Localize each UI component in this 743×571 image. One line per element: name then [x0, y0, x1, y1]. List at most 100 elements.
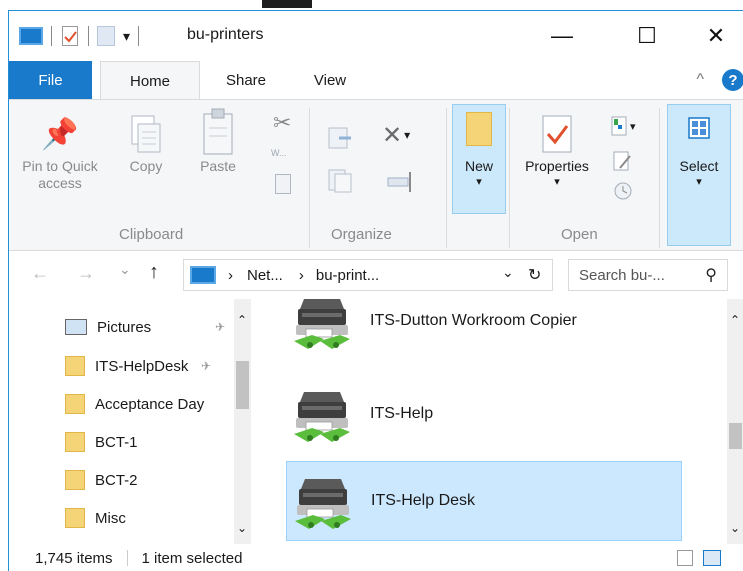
nav-pane-scrollbar[interactable]: ⌃ ⌄ — [234, 299, 251, 544]
file-list[interactable]: ITS-Dutton Workroom Copier ITS-Help ITS-… — [259, 299, 743, 544]
scroll-up-icon[interactable]: ⌃ — [730, 313, 740, 327]
details-view-icon[interactable] — [677, 550, 693, 566]
breadcrumb-network[interactable]: Net... — [247, 267, 283, 284]
tab-home[interactable]: Home — [100, 61, 200, 100]
computer-icon[interactable] — [19, 27, 43, 45]
toolbar-separator — [88, 26, 89, 46]
file-explorer-window: ▾ bu-printers — ☐ ✕ File Home Share View… — [8, 10, 743, 571]
network-computer-icon — [190, 266, 216, 284]
list-item[interactable]: ITS-Dutton Workroom Copier — [286, 299, 682, 361]
maximize-button[interactable]: ☐ — [619, 11, 675, 61]
address-bar[interactable]: › Net... › bu-print... ⌄ ↻ — [183, 259, 553, 291]
nav-item-bct-1[interactable]: BCT-1 — [65, 426, 235, 458]
close-button[interactable]: ✕ — [688, 11, 743, 61]
status-bar: 1,745 items 1 item selected — [9, 544, 743, 571]
file-list-scroll-thumb[interactable] — [729, 423, 742, 449]
list-item[interactable]: ITS-Help Desk — [286, 461, 682, 541]
copy-button[interactable]: Copy — [120, 112, 172, 175]
minimize-button[interactable]: — — [534, 11, 590, 61]
toolbar-separator — [138, 26, 140, 46]
folder-icon — [65, 394, 85, 414]
search-box[interactable]: Search bu-... ⚲ — [568, 259, 728, 291]
move-to-icon — [328, 127, 351, 149]
ribbon-separator — [309, 108, 310, 248]
pictures-icon — [65, 319, 87, 335]
paste-shortcut-button[interactable] — [275, 174, 291, 194]
ribbon-separator — [659, 108, 660, 248]
properties-quick-icon[interactable] — [62, 26, 78, 46]
network-printer-icon — [294, 478, 352, 530]
scroll-down-icon[interactable]: ⌄ — [237, 521, 247, 535]
ribbon-help-area: ^ ? — [696, 69, 743, 91]
ribbon-home: 📌 Pin to Quick access Copy Paste ✂ W... … — [9, 99, 743, 251]
up-button[interactable]: ↑ — [149, 261, 159, 284]
search-input[interactable]: Search bu-... — [579, 267, 665, 284]
open-icon — [611, 116, 627, 136]
nav-item-pictures[interactable]: Pictures ✈ — [65, 311, 235, 343]
copy-path-icon: W... — [271, 148, 287, 158]
list-item[interactable]: ITS-Help — [286, 374, 682, 454]
breadcrumb-bu-printers[interactable]: bu-print... — [316, 267, 379, 284]
history-button[interactable] — [612, 180, 634, 204]
ribbon-tabs: File Home Share View ^ ? — [9, 61, 743, 100]
file-list-scrollbar[interactable]: ⌃ ⌄ — [727, 299, 743, 544]
organize-group-label: Organize — [331, 226, 392, 243]
nav-item-its-helpdesk[interactable]: ITS-HelpDesk ✈ — [65, 350, 235, 382]
folder-icon — [65, 432, 85, 452]
open-button[interactable]: ▾ — [610, 112, 640, 140]
help-icon[interactable]: ? — [722, 69, 743, 91]
rename-icon — [387, 172, 411, 192]
select-all-icon — [688, 117, 710, 139]
paste-icon — [203, 108, 233, 155]
collapse-ribbon-icon[interactable]: ^ — [696, 71, 704, 89]
new-button[interactable]: New ▾ — [452, 112, 506, 188]
refresh-button[interactable]: ↻ — [528, 265, 541, 285]
item-count: 1,745 items — [35, 549, 113, 567]
nav-item-acceptance-day[interactable]: Acceptance Day — [65, 388, 235, 420]
copy-to-button[interactable] — [325, 166, 361, 198]
paste-button[interactable]: Paste — [191, 106, 245, 175]
title-bar[interactable]: ▾ bu-printers — ☐ ✕ — [9, 11, 743, 61]
properties-icon — [542, 115, 572, 153]
navigation-pane[interactable]: Pictures ✈ ITS-HelpDesk ✈ Acceptance Day… — [9, 299, 259, 544]
select-button[interactable]: Select ▾ — [667, 112, 731, 188]
nav-pane-scroll-thumb[interactable] — [236, 361, 249, 409]
delete-icon: ✕ — [382, 121, 403, 149]
scroll-up-icon[interactable]: ⌃ — [237, 313, 247, 327]
window-title: bu-printers — [187, 26, 264, 43]
delete-button[interactable]: ✕ ▾ — [382, 118, 422, 152]
quick-access-toolbar: ▾ — [19, 23, 140, 49]
customize-quick-access-dropdown[interactable]: ▾ — [123, 28, 130, 45]
ribbon-separator — [446, 108, 447, 248]
breadcrumb-separator: › — [298, 266, 304, 284]
network-printer-icon — [293, 299, 351, 350]
edit-button[interactable] — [612, 150, 634, 176]
tab-view[interactable]: View — [293, 61, 367, 99]
pin-icon[interactable]: ✈ — [215, 320, 225, 334]
edit-icon — [613, 151, 631, 171]
properties-button[interactable]: Properties ▾ — [513, 112, 601, 188]
pin-icon[interactable]: ✈ — [201, 359, 211, 373]
rename-button[interactable] — [384, 166, 418, 198]
nav-item-misc[interactable]: Misc — [65, 502, 235, 534]
forward-button[interactable]: → — [77, 263, 95, 284]
back-button[interactable]: ← — [31, 263, 49, 284]
address-dropdown[interactable]: ⌄ — [502, 264, 514, 281]
scissors-icon: ✂ — [273, 110, 292, 135]
recent-locations-dropdown[interactable]: ⌄ — [119, 261, 131, 278]
new-folder-quick-icon[interactable] — [97, 26, 115, 46]
copy-icon — [131, 115, 161, 153]
tab-file[interactable]: File — [9, 61, 92, 99]
cut-button[interactable]: ✂ — [273, 110, 295, 138]
network-printer-icon — [293, 391, 351, 443]
tab-share[interactable]: Share — [207, 61, 285, 99]
large-icons-view-icon[interactable] — [703, 550, 721, 566]
scroll-down-icon[interactable]: ⌄ — [730, 521, 740, 535]
new-folder-icon — [466, 112, 492, 146]
pin-to-quick-access-button[interactable]: 📌 Pin to Quick access — [21, 112, 99, 192]
copy-path-button[interactable]: W... — [271, 148, 297, 168]
nav-item-bct-2[interactable]: BCT-2 — [65, 464, 235, 496]
move-to-button[interactable] — [325, 122, 361, 154]
breadcrumb-separator: › — [228, 266, 233, 284]
ribbon-separator — [509, 108, 510, 248]
